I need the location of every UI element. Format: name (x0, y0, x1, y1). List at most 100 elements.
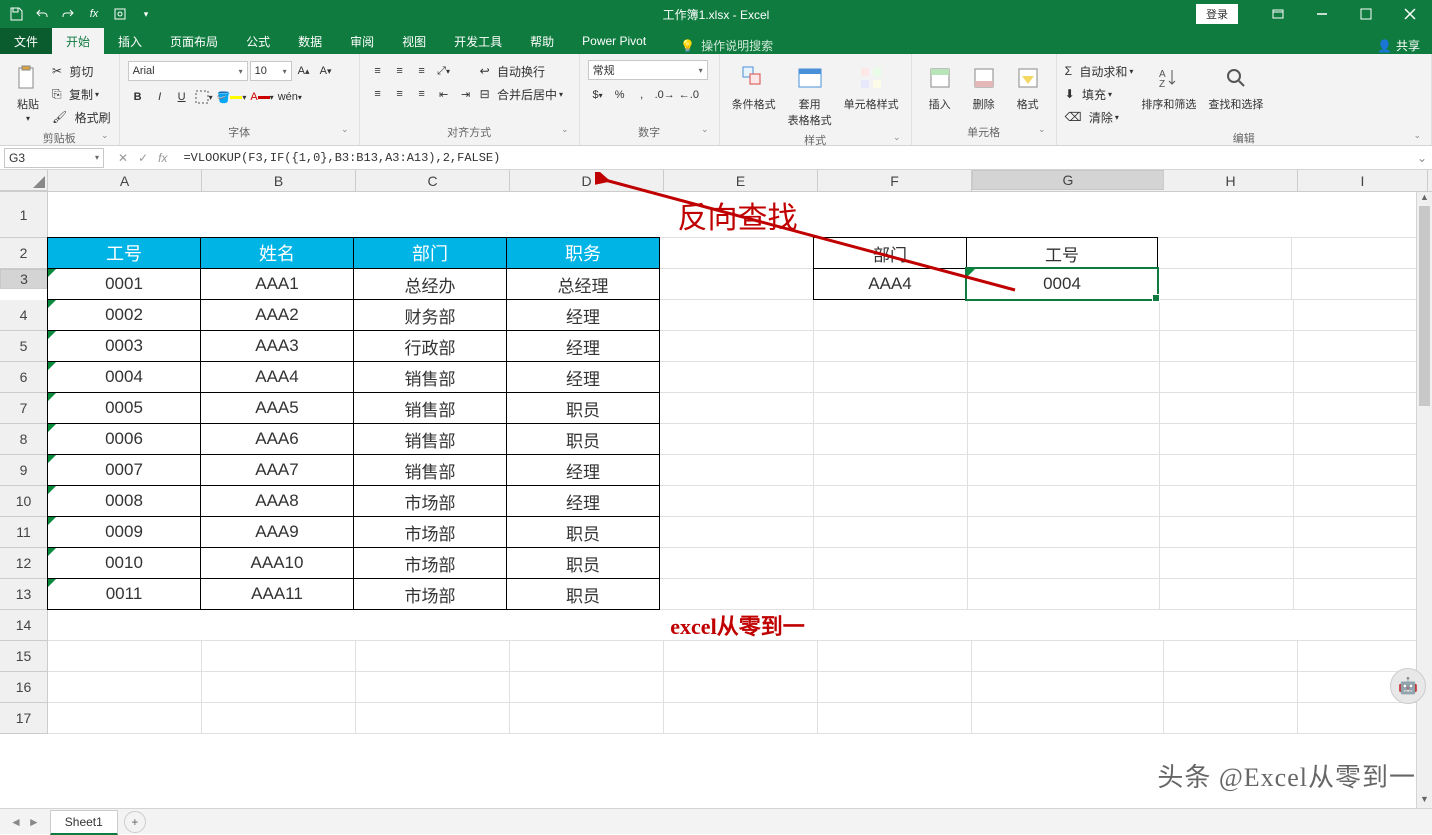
currency-button[interactable]: $▾ (588, 85, 608, 105)
insert-button[interactable]: 插入 (920, 60, 960, 114)
data-role[interactable]: 经理 (506, 485, 660, 517)
percent-button[interactable]: % (610, 85, 630, 105)
redo-icon[interactable] (56, 2, 80, 26)
data-role[interactable]: 经理 (506, 454, 660, 486)
data-id[interactable]: 0008 (47, 485, 201, 517)
data-role[interactable]: 职员 (506, 578, 660, 610)
font-size-select[interactable]: 10▾ (250, 61, 292, 81)
border-button[interactable]: ▾ (194, 87, 214, 107)
cell[interactable] (1158, 269, 1292, 300)
row-head-4[interactable]: 4 (0, 300, 48, 331)
cell[interactable] (660, 393, 814, 424)
align-middle-button[interactable]: ≡ (390, 61, 410, 81)
cell[interactable] (1294, 548, 1424, 579)
minimize-icon[interactable] (1300, 0, 1344, 28)
row-head-13[interactable]: 13 (0, 579, 48, 610)
cell[interactable] (356, 641, 510, 672)
row-head-5[interactable]: 5 (0, 331, 48, 362)
cell[interactable] (664, 672, 818, 703)
cell[interactable] (968, 362, 1160, 393)
indent-dec-button[interactable]: ⇤ (434, 84, 454, 104)
cell[interactable] (1164, 641, 1298, 672)
row-head-6[interactable]: 6 (0, 362, 48, 393)
tab-formulas[interactable]: 公式 (232, 28, 284, 54)
vertical-scrollbar[interactable]: ▲ ▼ (1416, 192, 1432, 808)
cell[interactable] (660, 331, 814, 362)
cell[interactable] (1294, 424, 1424, 455)
tab-data[interactable]: 数据 (284, 28, 336, 54)
cell[interactable] (664, 703, 818, 734)
bold-button[interactable]: B (128, 87, 148, 107)
align-left-button[interactable]: ≡ (368, 84, 388, 104)
cell[interactable] (968, 455, 1160, 486)
cell[interactable] (1160, 579, 1294, 610)
cell[interactable] (1160, 300, 1294, 331)
col-head-E[interactable]: E (664, 170, 818, 191)
cell[interactable] (664, 641, 818, 672)
cell[interactable] (510, 641, 664, 672)
data-id[interactable]: 0011 (47, 578, 201, 610)
tab-help[interactable]: 帮助 (516, 28, 568, 54)
cell[interactable] (660, 517, 814, 548)
data-name-cell[interactable]: AAA5 (200, 392, 354, 424)
cell[interactable] (1294, 579, 1424, 610)
lookup-head-0[interactable]: 部门 (813, 237, 967, 269)
close-icon[interactable] (1388, 0, 1432, 28)
cell[interactable] (1294, 393, 1424, 424)
tab-powerpivot[interactable]: Power Pivot (568, 28, 660, 54)
scroll-up-icon[interactable]: ▲ (1417, 192, 1432, 206)
cell[interactable] (818, 672, 972, 703)
cond-format-button[interactable]: 条件格式 (728, 60, 780, 114)
undo-icon[interactable] (30, 2, 54, 26)
data-dept[interactable]: 销售部 (353, 361, 507, 393)
select-all-corner[interactable] (0, 170, 48, 191)
cell[interactable] (660, 269, 814, 300)
cell[interactable] (202, 641, 356, 672)
data-id[interactable]: 0001 (47, 268, 201, 300)
scroll-thumb[interactable] (1419, 206, 1430, 406)
tab-view[interactable]: 视图 (388, 28, 440, 54)
formula-input[interactable]: =VLOOKUP(F3,IF({1,0},B3:B13,A3:A13),2,FA… (177, 151, 1412, 165)
data-name-cell[interactable]: AAA4 (200, 361, 354, 393)
align-right-button[interactable]: ≡ (412, 84, 432, 104)
fill-button[interactable]: ⬇ 填充▾ (1065, 83, 1134, 105)
font-color-button[interactable]: A▾ (249, 87, 274, 107)
header-3[interactable]: 职务 (506, 237, 660, 269)
cell[interactable] (814, 517, 968, 548)
cell[interactable] (48, 703, 202, 734)
row-head-11[interactable]: 11 (0, 517, 48, 548)
col-head-I[interactable]: I (1298, 170, 1428, 191)
wrap-text-button[interactable]: ↩ 自动换行 (480, 60, 563, 82)
cut-button[interactable]: ✂ 剪切 (52, 60, 111, 82)
shrink-font-button[interactable]: A▾ (316, 61, 336, 81)
row-head-12[interactable]: 12 (0, 548, 48, 579)
col-head-C[interactable]: C (356, 170, 510, 191)
data-dept[interactable]: 市场部 (353, 578, 507, 610)
cell[interactable] (1294, 300, 1424, 331)
cell[interactable] (1160, 517, 1294, 548)
assistant-icon[interactable]: 🤖 (1390, 668, 1426, 704)
cell[interactable] (660, 362, 814, 393)
data-id[interactable]: 0002 (47, 299, 201, 331)
cell[interactable] (1160, 362, 1294, 393)
row-head-3[interactable]: 3 (0, 269, 48, 289)
login-button[interactable]: 登录 (1196, 4, 1238, 24)
title-row[interactable]: 反向查找 (48, 192, 1428, 238)
name-box[interactable]: G3▾ (4, 148, 104, 168)
cell[interactable] (1294, 517, 1424, 548)
sheet-nav-next-icon[interactable]: ► (28, 815, 40, 829)
data-name-cell[interactable]: AAA9 (200, 516, 354, 548)
data-dept[interactable]: 市场部 (353, 485, 507, 517)
cell[interactable] (818, 703, 972, 734)
lookup-head-1[interactable]: 工号 (966, 237, 1158, 269)
cell[interactable] (968, 300, 1160, 331)
data-dept[interactable]: 销售部 (353, 392, 507, 424)
scroll-down-icon[interactable]: ▼ (1417, 794, 1432, 808)
cell[interactable] (972, 672, 1164, 703)
data-role[interactable]: 经理 (506, 330, 660, 362)
data-dept[interactable]: 市场部 (353, 516, 507, 548)
data-dept[interactable]: 总经办 (353, 268, 507, 300)
cell[interactable] (1294, 362, 1424, 393)
align-top-button[interactable]: ≡ (368, 61, 388, 81)
row-head-15[interactable]: 15 (0, 641, 48, 672)
